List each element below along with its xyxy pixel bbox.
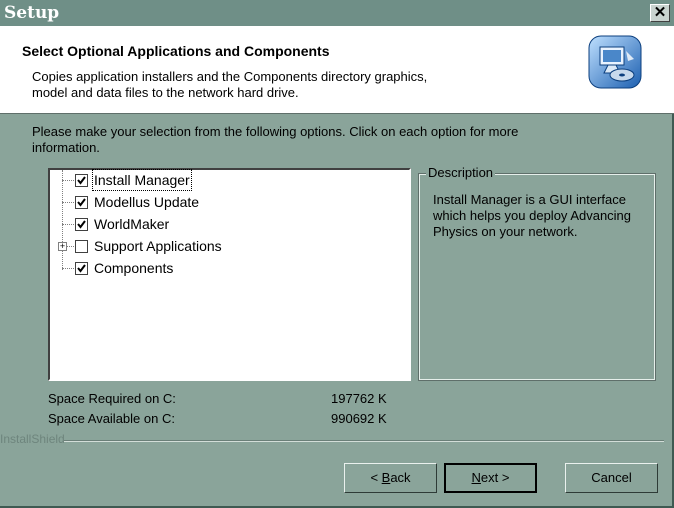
close-button[interactable]: ✕ — [650, 4, 670, 22]
window-title: Setup — [4, 3, 60, 23]
close-icon: ✕ — [653, 4, 667, 21]
page-title: Select Optional Applications and Compone… — [22, 43, 330, 59]
computer-install-icon — [588, 35, 642, 89]
checkmark-icon — [77, 176, 86, 185]
description-text: Install Manager is a GUI interface which… — [433, 192, 632, 239]
tree-connector — [62, 224, 74, 225]
tree-connector — [62, 268, 74, 269]
support-applications-label[interactable]: Support Applications — [93, 236, 223, 256]
checkmark-icon — [77, 198, 86, 207]
install-manager-label[interactable]: Install Manager — [92, 169, 192, 191]
worldmaker-label[interactable]: WorldMaker — [93, 214, 170, 234]
space-available-value: 990692 K — [331, 411, 387, 426]
page-description-line-2: model and data files to the network hard… — [32, 85, 299, 100]
space-available-label: Space Available on C: — [48, 411, 175, 426]
page-description-line-1: Copies application installers and the Co… — [32, 69, 428, 84]
tree-connector — [67, 246, 74, 247]
cancel-button-label: Cancel — [591, 470, 632, 485]
back-button[interactable]: < Back — [344, 463, 437, 493]
tree-connector — [62, 180, 74, 181]
support-applications-checkbox[interactable] — [75, 240, 88, 253]
checkmark-icon — [77, 264, 86, 273]
cancel-button[interactable]: Cancel — [565, 463, 658, 493]
description-legend: Description — [426, 165, 496, 180]
worldmaker-checkbox[interactable] — [75, 218, 88, 231]
instructions-line-2: information. — [32, 140, 100, 155]
back-button-label: ack — [390, 470, 411, 485]
checkmark-icon — [77, 220, 86, 229]
instructions-text: Please make your selection from the foll… — [32, 124, 632, 156]
header-panel: Select Optional Applications and Compone… — [0, 26, 674, 114]
component-tree[interactable]: Install Manager Modellus Update WorldMak… — [48, 168, 411, 381]
next-button[interactable]: Next > — [444, 463, 537, 493]
space-required-label: Space Required on C: — [48, 391, 176, 406]
instructions-line-1: Please make your selection from the foll… — [32, 124, 519, 139]
next-button-accelerator: N — [471, 470, 481, 485]
install-manager-checkbox[interactable] — [75, 174, 88, 187]
tree-connector — [62, 202, 74, 203]
components-label[interactable]: Components — [93, 258, 174, 278]
back-button-prefix: < — [370, 470, 382, 485]
expand-plus-icon[interactable]: + — [58, 242, 67, 251]
tree-connector — [62, 170, 63, 270]
setup-window: Setup ✕ Select Optional Applications and… — [0, 0, 674, 508]
title-bar[interactable]: Setup ✕ — [0, 0, 674, 26]
modellus-update-checkbox[interactable] — [75, 196, 88, 209]
space-required-value: 197762 K — [331, 391, 387, 406]
next-button-label: ext > — [480, 470, 510, 485]
components-checkbox[interactable] — [75, 262, 88, 275]
modellus-update-label[interactable]: Modellus Update — [93, 192, 200, 212]
page-description: Copies application installers and the Co… — [32, 69, 532, 101]
separator-line — [64, 440, 664, 442]
installshield-brand: InstallShield — [0, 432, 65, 446]
